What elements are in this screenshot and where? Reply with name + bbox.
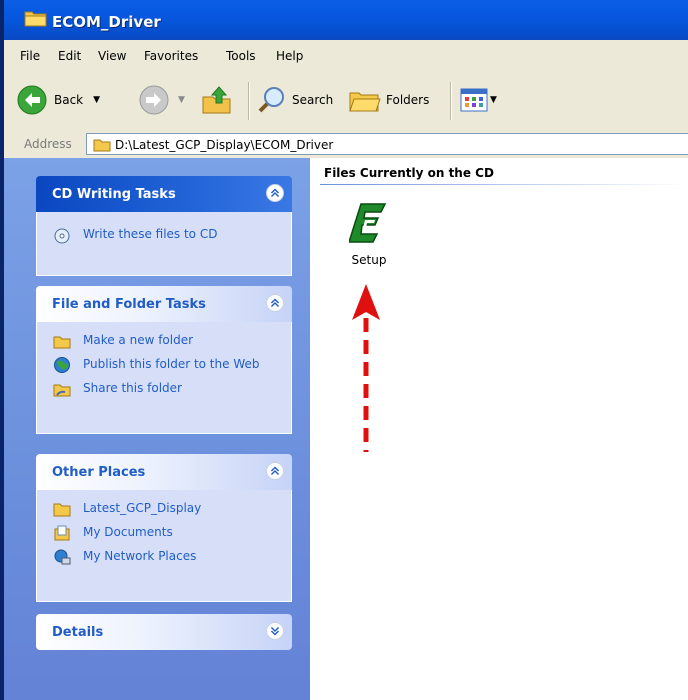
search-icon (258, 87, 284, 113)
place-my-documents[interactable]: My Documents (53, 524, 279, 541)
other-places-panel: Other Places Latest_GCP_Display My Docum… (36, 454, 292, 602)
panel-body: Latest_GCP_Display My Documents My Netwo… (36, 490, 292, 602)
menu-favorites[interactable]: Favorites (144, 49, 198, 63)
panel-header[interactable]: Other Places (36, 454, 292, 490)
forward-dropdown-icon[interactable]: ▼ (178, 95, 185, 105)
menu-edit[interactable]: Edit (58, 49, 81, 63)
back-arrow-icon (17, 85, 47, 115)
title-bar[interactable]: ECOM_Driver (4, 0, 688, 40)
group-divider (320, 184, 688, 185)
menu-file[interactable]: File (20, 49, 40, 63)
back-button[interactable]: Back ▼ (16, 82, 100, 118)
network-places-icon (54, 549, 71, 565)
group-header: Files Currently on the CD (324, 166, 494, 180)
search-button[interactable]: Search (256, 82, 333, 118)
folders-button[interactable]: Folders (348, 82, 429, 118)
file-item-setup[interactable]: Setup (344, 202, 394, 267)
cd-burn-icon (54, 228, 70, 244)
folder-icon (24, 11, 47, 27)
toolbar-separator (450, 82, 452, 120)
task-pane: CD Writing Tasks Write these files to CD… (4, 158, 310, 700)
globe-icon (54, 357, 70, 373)
back-dropdown-icon[interactable]: ▼ (93, 95, 100, 105)
address-path: D:\Latest_GCP_Display\ECOM_Driver (115, 138, 334, 152)
views-button[interactable]: ▼ (460, 82, 497, 118)
place-latest-gcp-display[interactable]: Latest_GCP_Display (53, 500, 279, 517)
task-share-folder[interactable]: Share this folder (53, 380, 279, 397)
cd-writing-tasks-panel: CD Writing Tasks Write these files to CD (36, 176, 292, 276)
folder-icon (53, 503, 71, 517)
file-folder-tasks-panel: File and Folder Tasks Make a new folder … (36, 286, 292, 434)
collapse-chevron-icon[interactable] (266, 462, 284, 480)
setup-app-icon (347, 203, 387, 243)
collapse-chevron-icon[interactable] (266, 184, 284, 202)
menu-tools[interactable]: Tools (226, 49, 256, 63)
up-folder-icon (202, 86, 231, 114)
share-folder-icon (53, 384, 71, 397)
annotation-arrow (352, 284, 380, 452)
up-folder-button[interactable] (200, 82, 234, 118)
task-make-new-folder[interactable]: Make a new folder (53, 332, 279, 349)
my-documents-icon (54, 525, 70, 541)
folders-icon (349, 92, 381, 112)
panel-header[interactable]: Details (36, 614, 292, 650)
file-list-view: Files Currently on the CD Setup (310, 158, 688, 700)
panel-header[interactable]: File and Folder Tasks (36, 286, 292, 322)
panel-title: CD Writing Tasks (52, 187, 176, 202)
expand-chevron-icon[interactable] (266, 622, 284, 640)
window-title: ECOM_Driver (52, 13, 161, 31)
place-my-network-places[interactable]: My Network Places (53, 548, 279, 565)
toolbar: Back ▼ ▼ Search Folders ▼ (4, 72, 688, 131)
address-label: Address (24, 137, 72, 151)
menu-help[interactable]: Help (276, 49, 303, 63)
panel-body: Make a new folder Publish this folder to… (36, 322, 292, 434)
task-write-to-cd[interactable]: Write these files to CD (53, 226, 279, 244)
address-field[interactable]: D:\Latest_GCP_Display\ECOM_Driver (86, 133, 688, 155)
panel-title: Other Places (52, 465, 146, 480)
address-bar: Address D:\Latest_GCP_Display\ECOM_Drive… (4, 130, 688, 159)
new-folder-icon (53, 336, 71, 349)
file-name: Setup (351, 253, 387, 267)
panel-title: File and Folder Tasks (52, 297, 206, 312)
menu-bar: File Edit View Favorites Tools Help (4, 40, 688, 73)
details-panel: Details (36, 614, 292, 650)
views-dropdown-icon[interactable]: ▼ (490, 95, 497, 105)
collapse-chevron-icon[interactable] (266, 294, 284, 312)
forward-arrow-icon (139, 85, 169, 115)
panel-header[interactable]: CD Writing Tasks (36, 176, 292, 212)
panel-title: Details (52, 625, 104, 640)
menu-view[interactable]: View (98, 49, 126, 63)
views-icon (460, 88, 488, 112)
folder-icon (93, 139, 111, 152)
task-publish-to-web[interactable]: Publish this folder to the Web (53, 356, 279, 373)
panel-body: Write these files to CD (36, 212, 292, 276)
toolbar-separator (248, 82, 250, 120)
forward-button[interactable]: ▼ (138, 82, 185, 118)
